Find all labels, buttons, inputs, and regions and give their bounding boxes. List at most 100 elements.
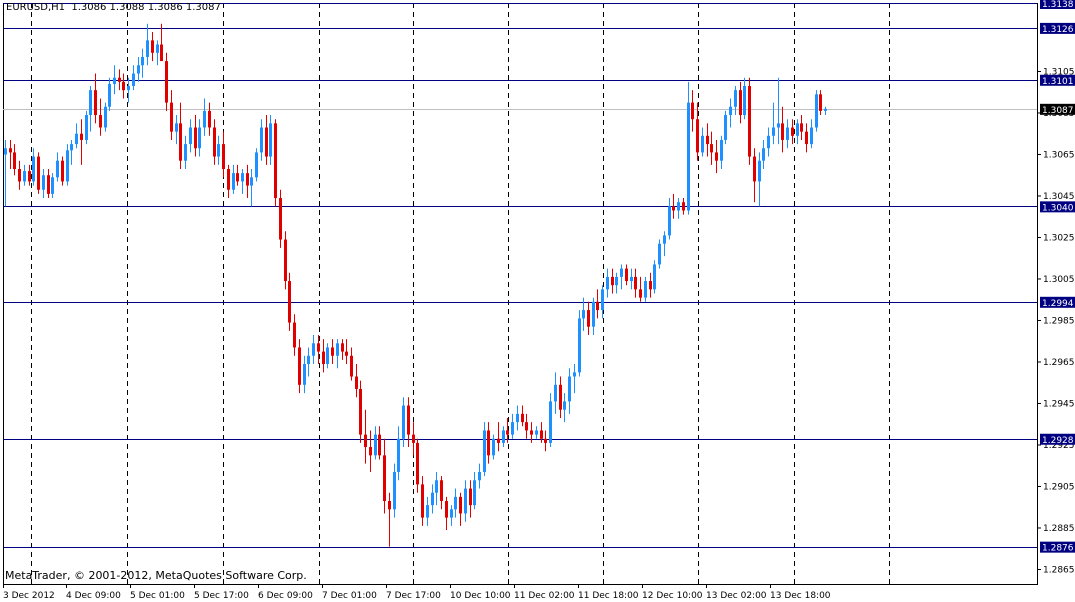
candle-body (383, 455, 386, 501)
chart-window: 1.31051.30851.30651.30451.30251.30051.29… (0, 0, 1075, 602)
candle-body (762, 148, 765, 161)
candle-body (540, 430, 543, 439)
candle-body (4, 148, 7, 155)
candle-body (502, 430, 505, 443)
candle-body (753, 156, 756, 182)
candle-body (630, 276, 633, 282)
candle-body (274, 123, 277, 199)
ohlc-readout: 1.3086 1.3088 1.3086 1.3087 (71, 2, 221, 13)
candle-body (175, 123, 178, 132)
candle-body (672, 206, 675, 211)
level-price-label: 1.2994 (1042, 299, 1074, 309)
candle-body (127, 86, 130, 91)
candle-body (108, 83, 111, 107)
candle-body (487, 430, 490, 456)
candle-body (298, 347, 301, 385)
candle-body (805, 131, 808, 145)
candle-body (56, 160, 59, 178)
candle-body (582, 310, 585, 319)
candle-body (687, 102, 690, 211)
candle-body (739, 90, 742, 116)
candle-body (634, 276, 637, 290)
candle-body (715, 152, 718, 161)
candle-body (777, 123, 780, 128)
candle-body (407, 405, 410, 435)
y-tick-label: 1.2985 (1043, 316, 1075, 326)
candle-body (483, 430, 486, 472)
candle-body (113, 77, 116, 84)
candle-body (132, 73, 135, 86)
y-tick-label: 1.3065 (1043, 150, 1075, 160)
candle-body (269, 123, 272, 157)
candle-body (307, 355, 310, 365)
candle-body (758, 160, 761, 182)
y-tick-label: 1.2865 (1043, 565, 1075, 575)
candle-body (170, 102, 173, 132)
candle-body (61, 160, 64, 182)
candle-body (668, 206, 671, 236)
candle-body (165, 61, 168, 103)
candle-body (596, 301, 599, 311)
y-tick-label: 1.2905 (1043, 482, 1075, 492)
candle-body (810, 127, 813, 145)
price-chart[interactable]: 1.31051.30851.30651.30451.30251.30051.29… (0, 0, 1075, 602)
candle-body (378, 434, 381, 456)
candle-body (506, 430, 509, 435)
candle-body (615, 276, 618, 286)
chart-header: EURUSD,H1 1.3086 1.3088 1.3086 1.3087 (6, 2, 221, 13)
candle-body (464, 488, 467, 514)
candle-body (559, 384, 562, 410)
candle-body (435, 480, 438, 493)
candle-body (743, 86, 746, 116)
candle-body (478, 471, 481, 481)
candle-body (118, 77, 121, 82)
candle-body (250, 177, 253, 186)
x-tick-label: 11 Dec 18:00 (578, 591, 639, 601)
candle-body (66, 150, 69, 182)
candle-body (246, 173, 249, 186)
candle-body (450, 509, 453, 518)
candle-body (284, 239, 287, 282)
candle-body (208, 110, 211, 128)
level-price-label: 1.3101 (1042, 77, 1074, 87)
candle-body (75, 133, 78, 145)
candle-body (222, 144, 225, 169)
candle-body (355, 376, 358, 389)
x-tick-label: 5 Dec 01:00 (130, 591, 185, 601)
y-tick-label: 1.3025 (1043, 233, 1075, 243)
candle-body (521, 413, 524, 423)
candle-body (94, 90, 97, 116)
x-tick-label: 6 Dec 09:00 (258, 591, 313, 601)
candle-body (213, 127, 216, 157)
candle-body (85, 115, 88, 140)
candle-body (160, 44, 163, 62)
x-tick-label: 4 Dec 09:00 (66, 591, 121, 601)
candle-body (677, 202, 680, 211)
candle-body (393, 471, 396, 510)
candle-body (611, 276, 614, 286)
candle-body (322, 351, 325, 365)
candle-body (9, 148, 12, 153)
candle-body (691, 102, 694, 120)
candle-body (156, 44, 159, 53)
candle-body (535, 430, 538, 435)
candle-body (345, 351, 348, 356)
candle-body (412, 434, 415, 443)
candle-body (179, 123, 182, 161)
candle-body (724, 115, 727, 140)
candle-body (511, 422, 514, 435)
candle-body (217, 144, 220, 157)
candle-body (701, 135, 704, 153)
x-tick-label: 7 Dec 01:00 (322, 591, 377, 601)
candle-body (288, 281, 291, 323)
candle-body (47, 175, 50, 194)
candle-body (454, 496, 457, 510)
level-price-label: 1.2876 (1042, 544, 1074, 554)
candle-body (255, 152, 258, 178)
symbol-label: EURUSD,H1 (6, 2, 66, 13)
candle-body (720, 139, 723, 161)
candle-body (293, 322, 296, 348)
candle-body (122, 81, 125, 91)
candle-body (781, 123, 784, 140)
candle-body (625, 268, 628, 282)
